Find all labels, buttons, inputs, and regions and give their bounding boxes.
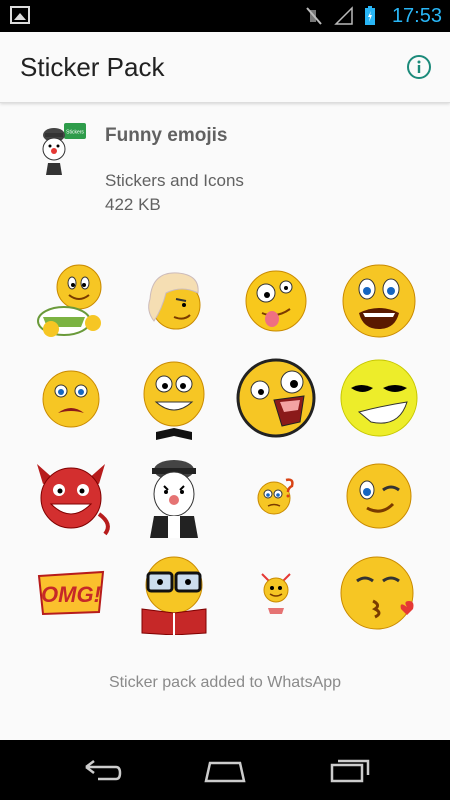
omg-text: OMG! xyxy=(41,582,101,607)
sticker-1[interactable] xyxy=(20,252,123,350)
sticker-12[interactable] xyxy=(328,447,431,545)
sticker-4[interactable] xyxy=(328,252,431,350)
sticker-5[interactable] xyxy=(20,350,123,448)
pack-tray-icon: Stickers xyxy=(42,123,86,175)
pack-size: 422 KB xyxy=(105,195,161,214)
sticker-devil-emoji xyxy=(37,463,111,535)
sticker-10[interactable] xyxy=(123,447,226,545)
pack-icon-badge-text: Stickers xyxy=(66,130,84,136)
recent-apps-icon[interactable] xyxy=(328,755,374,785)
added-to-whatsapp-status: Sticker pack added to WhatsApp xyxy=(108,674,342,691)
sticker-9[interactable] xyxy=(20,447,123,545)
sticker-grin-bowtie-emoji xyxy=(143,361,205,441)
gallery-notification-icon xyxy=(10,6,30,24)
sticker-wink-emoji xyxy=(346,463,412,529)
sticker-2[interactable] xyxy=(123,252,226,350)
sticker-screaming-emoji xyxy=(236,358,316,438)
status-bar: 17:53 xyxy=(0,0,450,32)
sticker-shocked-emoji xyxy=(342,264,416,338)
sticker-grid: OMG! xyxy=(20,252,430,642)
sticker-blonde-emoji xyxy=(147,272,201,330)
sticker-confused-emoji xyxy=(257,478,294,515)
pack-publisher: Stickers and Icons xyxy=(105,171,244,190)
sticker-omg-text: OMG! xyxy=(38,571,105,616)
sticker-8[interactable] xyxy=(328,350,431,448)
mute-icon xyxy=(306,7,322,25)
nav-bar xyxy=(0,740,450,800)
pack-name: Funny emojis xyxy=(105,125,228,146)
home-icon[interactable] xyxy=(202,755,248,785)
back-icon[interactable] xyxy=(78,755,124,785)
sticker-small-emoji xyxy=(261,573,291,615)
sticker-13[interactable]: OMG! xyxy=(20,545,123,643)
app-bar: Sticker Pack xyxy=(0,32,450,103)
sticker-15[interactable] xyxy=(225,545,328,643)
sticker-hug-emoji xyxy=(37,264,102,337)
sticker-mime-emoji xyxy=(149,459,198,538)
sticker-7[interactable] xyxy=(225,350,328,448)
sticker-6[interactable] xyxy=(123,350,226,448)
sticker-nerd-book-emoji xyxy=(141,556,207,636)
sticker-11[interactable] xyxy=(225,447,328,545)
signal-icon xyxy=(334,6,353,25)
sticker-3[interactable] xyxy=(225,252,328,350)
info-icon[interactable] xyxy=(406,54,432,80)
battery-icon xyxy=(365,6,375,25)
status-time: 17:53 xyxy=(391,5,442,27)
pack-header: Stickers Funny emojis Stickers and Icons… xyxy=(0,103,450,233)
sticker-disgusted-emoji xyxy=(42,370,100,428)
page-title: Sticker Pack xyxy=(20,52,165,82)
sticker-sunglasses-emoji xyxy=(340,359,418,437)
sticker-16[interactable] xyxy=(328,545,431,643)
sticker-14[interactable] xyxy=(123,545,226,643)
status-icons xyxy=(304,6,376,26)
sticker-kiss-emoji xyxy=(340,556,414,630)
sticker-tongue-emoji xyxy=(245,270,307,332)
